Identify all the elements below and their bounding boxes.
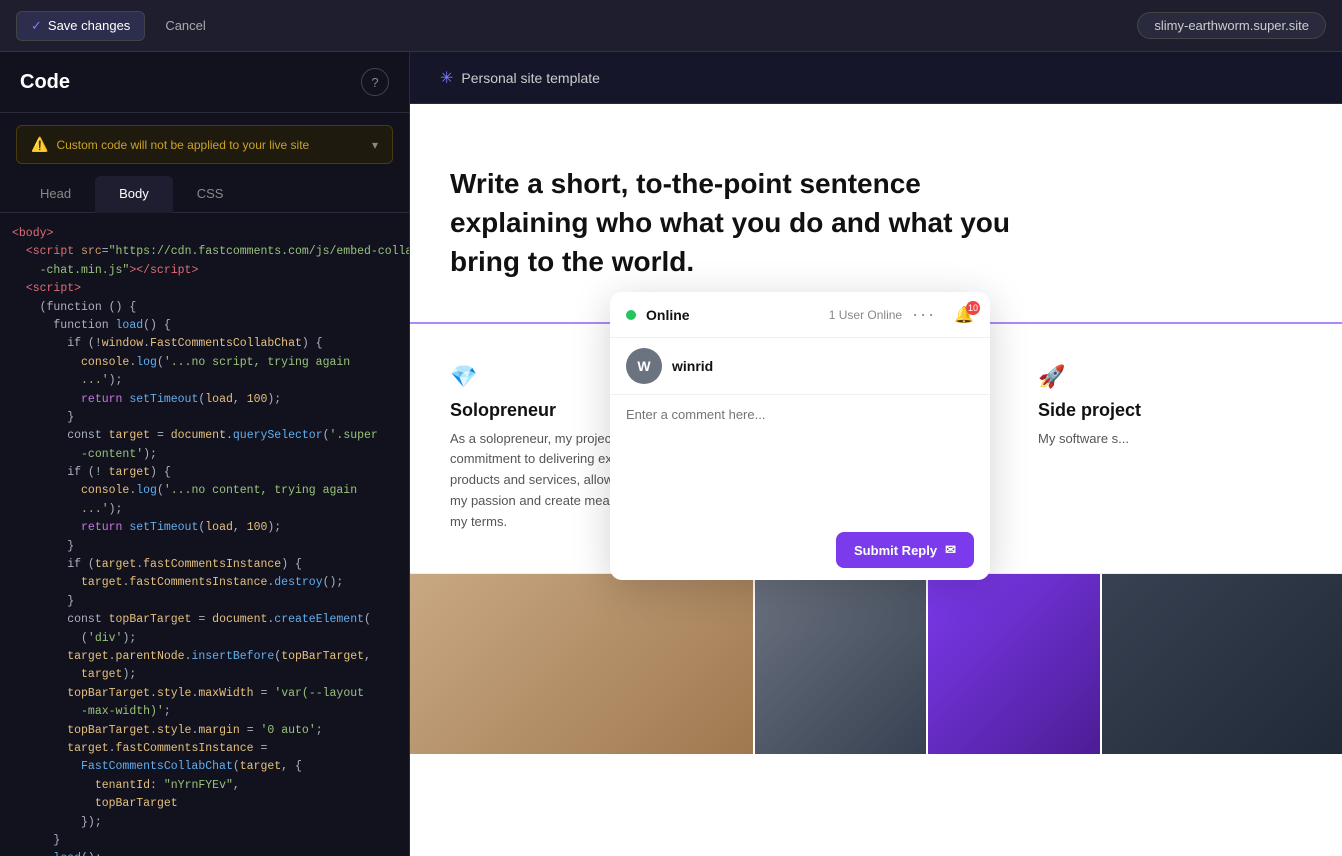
preview-topbar: ✳ Personal site template — [410, 52, 1342, 104]
hero-text: Write a short, to-the-point sentence exp… — [450, 164, 1050, 282]
preview-nav: ✳ Personal site template — [440, 68, 600, 88]
chevron-down-icon[interactable]: ▾ — [372, 138, 378, 152]
purple-photo — [928, 574, 1099, 754]
send-icon: ✉ — [945, 542, 956, 558]
comment-footer: Submit Reply ✉ — [610, 524, 990, 580]
comment-widget-header: Online 1 User Online ··· 🔔 10 — [610, 292, 990, 338]
right-panel: ✳ Personal site template Write a short, … — [410, 52, 1342, 856]
main-layout: Code ? ⚠️ Custom code will not be applie… — [0, 52, 1342, 856]
left-panel: Code ? ⚠️ Custom code will not be applie… — [0, 52, 410, 856]
comment-input[interactable] — [626, 407, 974, 507]
cancel-button[interactable]: Cancel — [155, 12, 215, 39]
site-url: slimy-earthworm.super.site — [1137, 12, 1326, 39]
desk-photo — [410, 574, 753, 754]
comment-body — [610, 395, 990, 524]
notification-badge: 10 — [966, 301, 980, 315]
warning-content: ⚠️ Custom code will not be applied to yo… — [31, 136, 309, 153]
feature-desc-side-project: My software s... — [1038, 429, 1302, 450]
save-button[interactable]: ✓ Save changes — [16, 11, 145, 41]
site-name: Personal site template — [461, 70, 600, 86]
avatar: W — [626, 348, 662, 384]
tab-head[interactable]: Head — [16, 176, 95, 213]
panel-title: Code — [20, 71, 70, 94]
feature-title-side-project: Side project — [1038, 400, 1302, 421]
help-button[interactable]: ? — [361, 68, 389, 96]
tab-bar: Head Body CSS — [0, 176, 409, 213]
dark-photo — [1102, 574, 1342, 754]
online-label: Online — [646, 307, 819, 323]
photos-section — [410, 574, 1342, 754]
more-menu-icon[interactable]: ··· — [912, 304, 936, 325]
comment-user-row: W winrid — [610, 338, 990, 395]
code-editor[interactable]: <body> <script src="https://cdn.fastcomm… — [0, 213, 409, 856]
tab-body[interactable]: Body — [95, 176, 173, 213]
warning-bar: ⚠️ Custom code will not be applied to yo… — [16, 125, 393, 164]
online-dot — [626, 310, 636, 320]
user-online-count: 1 User Online — [829, 308, 902, 322]
panel-header: Code ? — [0, 52, 409, 113]
submit-reply-button[interactable]: Submit Reply ✉ — [836, 532, 974, 568]
check-icon: ✓ — [31, 18, 42, 34]
rocket-icon: 🚀 — [1038, 364, 1302, 390]
warning-text: Custom code will not be applied to your … — [56, 138, 309, 152]
tab-css[interactable]: CSS — [173, 176, 248, 213]
preview-hero: Write a short, to-the-point sentence exp… — [410, 104, 1342, 324]
user-name: winrid — [672, 358, 713, 374]
feature-card-side-project: 🚀 Side project My software s... — [1038, 364, 1302, 533]
person-photo — [755, 574, 926, 754]
notification-bell-icon[interactable]: 🔔 10 — [954, 305, 974, 325]
asterisk-icon: ✳ — [440, 68, 453, 88]
warning-icon: ⚠️ — [31, 136, 48, 153]
comment-widget: Online 1 User Online ··· 🔔 10 W winrid — [610, 292, 990, 580]
toolbar: ✓ Save changes Cancel slimy-earthworm.su… — [0, 0, 1342, 52]
